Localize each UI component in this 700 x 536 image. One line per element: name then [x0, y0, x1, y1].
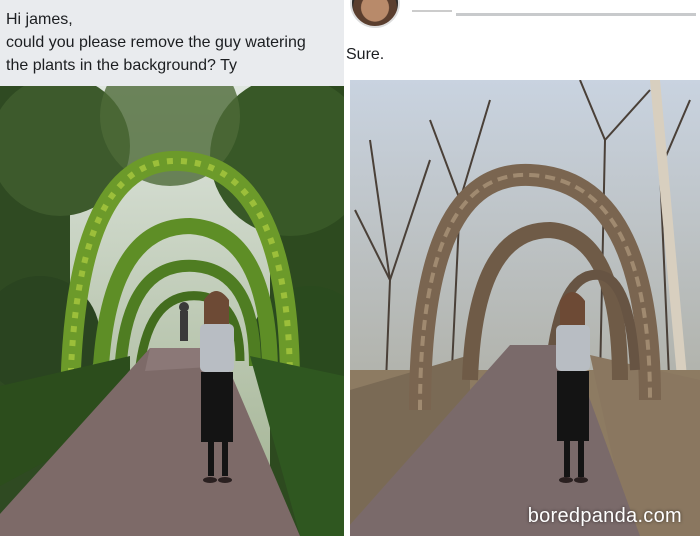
right-panel: Sure. boredpanda.com [346, 0, 700, 536]
reply-text: Sure. [346, 46, 385, 63]
garden-photo-original [0, 86, 344, 536]
reply-header: Sure. [346, 0, 700, 78]
header-rule [456, 13, 696, 16]
request-line-3: the plants in the background? Ty [6, 57, 237, 74]
avatar [350, 0, 400, 28]
request-line-2: could you please remove the guy watering [6, 34, 306, 51]
garden-photo-edited [350, 80, 700, 536]
left-panel: Hi james, could you please remove the gu… [0, 0, 344, 536]
watermark: boredpanda.com [527, 505, 682, 527]
name-line [412, 10, 452, 12]
request-message: Hi james, could you please remove the gu… [0, 0, 344, 86]
request-line-1: Hi james, [6, 11, 73, 28]
